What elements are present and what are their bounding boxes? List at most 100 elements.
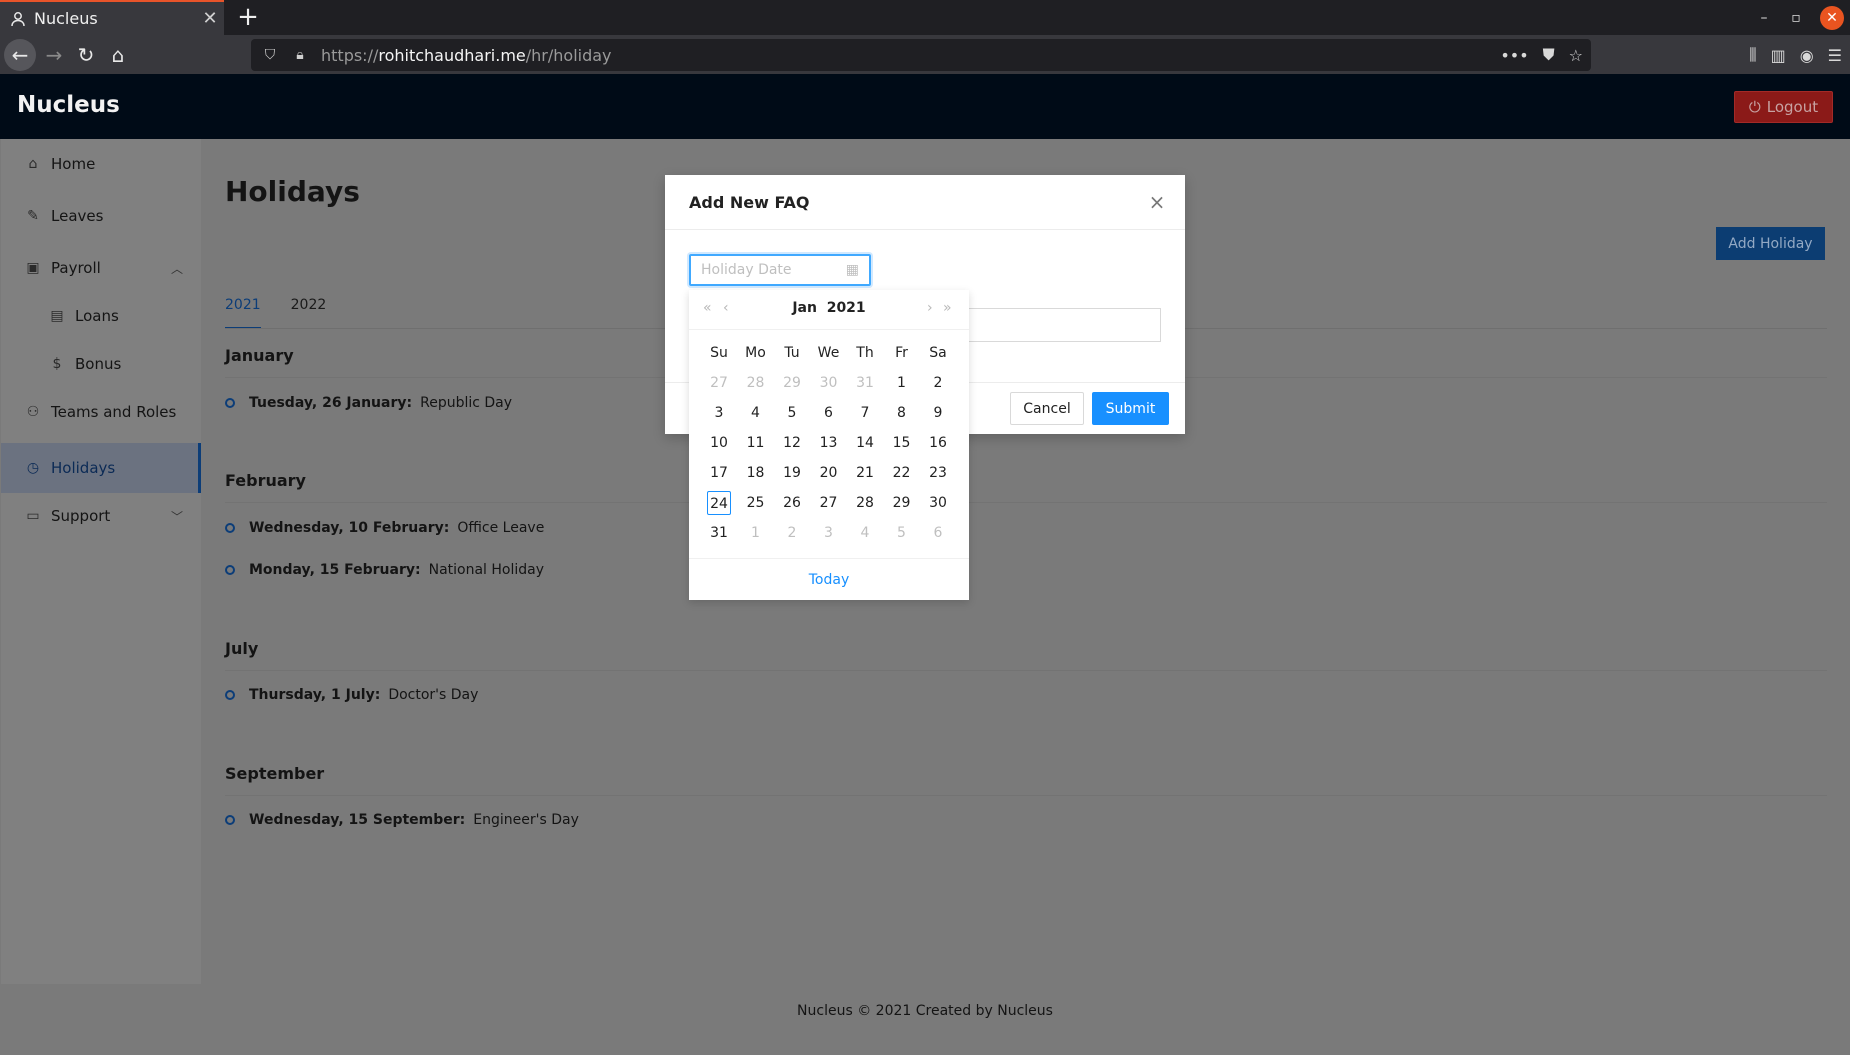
lock-icon[interactable]: 🔒︎	[289, 47, 311, 63]
back-icon[interactable]: ←	[4, 39, 36, 71]
date-cell[interactable]: 4	[847, 518, 883, 548]
picker-year[interactable]: 2021	[827, 300, 866, 316]
holiday-name: Doctor's Day	[388, 687, 479, 703]
date-cell[interactable]: 31	[847, 368, 883, 398]
sidebar-item-payroll[interactable]: ▣ Payroll ︿	[1, 243, 201, 293]
date-cell[interactable]: 19	[774, 458, 810, 488]
date-cell[interactable]: 6	[920, 518, 956, 548]
sidebar-item-label: Bonus	[75, 355, 122, 373]
pocket-icon[interactable]: ⛊	[1543, 45, 1555, 65]
forward-icon[interactable]: →	[38, 39, 70, 71]
date-cell[interactable]: 3	[701, 398, 737, 428]
submit-button[interactable]: Submit	[1092, 392, 1169, 425]
account-icon[interactable]: ◉	[1800, 46, 1814, 65]
date-cell[interactable]: 13	[811, 428, 847, 458]
date-cell-label: 20	[819, 465, 838, 481]
date-cell[interactable]: 30	[920, 488, 956, 518]
picker-month[interactable]: Jan	[792, 300, 817, 316]
date-cell[interactable]: 6	[811, 398, 847, 428]
holiday-date: Thursday, 1 July:	[249, 687, 381, 703]
next-month-icon[interactable]: ›	[927, 300, 933, 316]
date-cell[interactable]: 30	[811, 368, 847, 398]
today-link[interactable]: Today	[689, 558, 969, 600]
date-cell-label: 29	[783, 375, 801, 391]
window-close-icon[interactable]: ✕	[1820, 6, 1844, 30]
new-tab-button[interactable]: +	[232, 2, 264, 34]
date-cell[interactable]: 31	[701, 518, 737, 548]
sidebar-item-label: Loans	[75, 307, 119, 325]
sidebar-item-support[interactable]: ▭ Support ﹀	[1, 491, 201, 541]
next-year-icon[interactable]: »	[943, 300, 952, 316]
app-brand[interactable]: Nucleus	[17, 92, 120, 118]
date-cell[interactable]: 10	[701, 428, 737, 458]
date-cell[interactable]: 27	[811, 488, 847, 518]
date-cell[interactable]: 22	[884, 458, 920, 488]
bookmark-star-icon[interactable]: ☆	[1569, 46, 1583, 65]
date-cell-label: 25	[746, 495, 765, 511]
date-cell[interactable]: 15	[884, 428, 920, 458]
reload-icon[interactable]: ↻	[70, 39, 102, 71]
date-cell[interactable]: 12	[774, 428, 810, 458]
date-cell[interactable]: 20	[811, 458, 847, 488]
tab-2022[interactable]: 2022	[291, 289, 327, 329]
date-cell[interactable]: 29	[884, 488, 920, 518]
date-cell[interactable]: 28	[847, 488, 883, 518]
url-bar[interactable]: ⛉ 🔒︎ https://rohitchaudhari.me/hr/holida…	[251, 39, 1591, 71]
restore-icon[interactable]: ▫	[1784, 6, 1808, 30]
today-date-cell[interactable]: 24	[701, 488, 737, 518]
date-cell[interactable]: 9	[920, 398, 956, 428]
date-cell[interactable]: 5	[774, 398, 810, 428]
date-cell[interactable]: 1	[884, 368, 920, 398]
date-cell[interactable]: 5	[884, 518, 920, 548]
calendar-icon[interactable]: ▦	[846, 262, 859, 278]
dollar-circle-icon: $	[52, 356, 62, 372]
date-cell[interactable]: 23	[920, 458, 956, 488]
minimize-icon[interactable]: –	[1752, 6, 1776, 30]
shield-icon[interactable]: ⛉	[259, 47, 281, 63]
library-icon[interactable]: ⫼	[1749, 45, 1756, 65]
date-cell[interactable]: 2	[920, 368, 956, 398]
date-cell[interactable]: 25	[738, 488, 774, 518]
date-cell[interactable]: 17	[701, 458, 737, 488]
clock-icon: ◷	[26, 460, 40, 476]
tab-2021[interactable]: 2021	[225, 289, 261, 329]
browser-home-icon[interactable]: ⌂	[102, 39, 134, 71]
date-cell[interactable]: 8	[884, 398, 920, 428]
week-row: 24 25 26 27 28 29 30	[701, 488, 957, 518]
date-cell[interactable]: 4	[738, 398, 774, 428]
date-cell[interactable]: 7	[847, 398, 883, 428]
date-cell[interactable]: 28	[738, 368, 774, 398]
date-cell[interactable]: 27	[701, 368, 737, 398]
date-cell[interactable]: 29	[774, 368, 810, 398]
holiday-date-input[interactable]: Holiday Date ▦	[689, 254, 871, 286]
date-cell-label: 28	[856, 495, 874, 511]
tab-close-icon[interactable]: ✕	[196, 8, 224, 29]
page-actions-icon[interactable]: •••	[1500, 46, 1528, 65]
sidebar-item-holidays[interactable]: ◷ Holidays	[1, 443, 201, 493]
browser-tab[interactable]: Nucleus ✕	[0, 0, 224, 35]
date-cell[interactable]: 3	[811, 518, 847, 548]
date-cell-label: 3	[824, 525, 833, 541]
url-text[interactable]: https://rohitchaudhari.me/hr/holiday	[321, 46, 612, 65]
sidebar-item-teams[interactable]: ⚇ Teams and Roles	[1, 387, 201, 437]
date-cell[interactable]: 14	[847, 428, 883, 458]
sidebar-toggle-icon[interactable]: ▥	[1771, 46, 1786, 65]
cancel-button[interactable]: Cancel	[1010, 392, 1084, 425]
date-cell[interactable]: 11	[738, 428, 774, 458]
holiday-name: National Holiday	[428, 562, 545, 578]
date-cell[interactable]: 21	[847, 458, 883, 488]
add-holiday-button[interactable]: Add Holiday	[1716, 227, 1825, 260]
date-cell[interactable]: 18	[738, 458, 774, 488]
sidebar-item-home[interactable]: ⌂ Home	[1, 139, 201, 189]
sidebar-item-leaves[interactable]: ✎ Leaves	[1, 191, 201, 241]
sidebar-item-bonus[interactable]: $ Bonus	[1, 339, 201, 389]
close-icon[interactable]: ×	[1147, 192, 1167, 213]
date-cell[interactable]: 16	[920, 428, 956, 458]
menu-icon[interactable]: ☰	[1828, 46, 1842, 65]
logout-button[interactable]: ⏻ Logout	[1734, 91, 1833, 123]
edit-icon: ✎	[27, 208, 39, 224]
date-cell[interactable]: 2	[774, 518, 810, 548]
sidebar-item-loans[interactable]: ▤ Loans	[1, 291, 201, 341]
date-cell[interactable]: 26	[774, 488, 810, 518]
date-cell[interactable]: 1	[738, 518, 774, 548]
